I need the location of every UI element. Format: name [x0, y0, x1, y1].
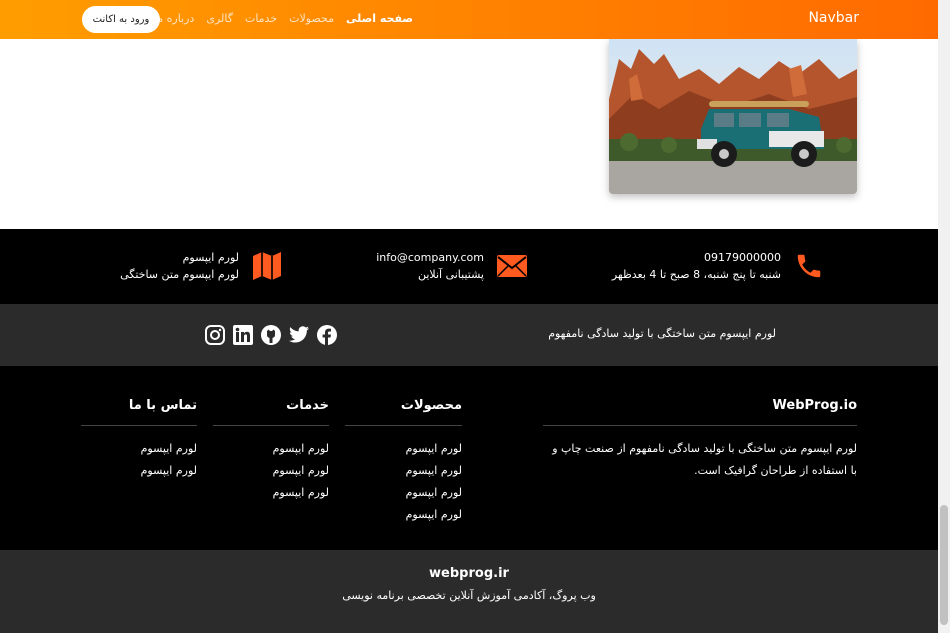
navbar-brand[interactable]: Navbar: [808, 10, 859, 26]
site-name: webprog.ir: [429, 566, 509, 581]
about-title: WebProg.io: [543, 398, 857, 426]
nav-link-gallery[interactable]: گالری: [206, 12, 233, 25]
social-bar: لورم ایپسوم متن ساختگی با تولید سادگی نا…: [0, 304, 938, 366]
nav-links: صفحه اصلی محصولات خدمات گالری درباره ما: [154, 12, 413, 25]
contact-email: info@company.com پشتیبانی آنلاین: [376, 249, 528, 283]
bottom-bar: webprog.ir وب پروگ، آکادمی آموزش آنلاین …: [0, 550, 938, 633]
facebook-icon[interactable]: [317, 325, 337, 345]
services-link[interactable]: لورم ایپسوم: [213, 482, 329, 504]
products-link[interactable]: لورم ایپسوم: [345, 504, 462, 526]
social-text: لورم ایپسوم متن ساختگی با تولید سادگی نا…: [548, 327, 776, 340]
online-support: پشتیبانی آنلاین: [417, 268, 484, 281]
instagram-icon[interactable]: [205, 325, 225, 345]
contact-bar: 09179000000 شنبه تا پنج شنبه، 8 صبح تا 4…: [0, 229, 938, 304]
email-address[interactable]: info@company.com: [376, 249, 484, 266]
map-icon: [251, 251, 283, 281]
navbar: Navbar صفحه اصلی محصولات خدمات گالری درب…: [0, 0, 938, 39]
contact-phone: 09179000000 شنبه تا پنج شنبه، 8 صبح تا 4…: [612, 249, 825, 283]
contact-link[interactable]: لورم ایپسوم: [81, 438, 197, 460]
footer-about: WebProg.io لورم ایپسوم متن ساختگی با تول…: [543, 398, 857, 482]
linkedin-icon[interactable]: [233, 325, 253, 345]
services-link[interactable]: لورم ایپسوم: [213, 438, 329, 460]
address-title: لورم ایپسوم: [182, 251, 239, 264]
github-icon[interactable]: [261, 325, 281, 345]
working-hours: شنبه تا پنج شنبه، 8 صبح تا 4 بعدظهر: [611, 268, 781, 281]
nav-link-services[interactable]: خدمات: [245, 12, 277, 25]
products-link[interactable]: لورم ایپسوم: [345, 460, 462, 482]
address-text: لورم ایپسوم متن ساختگی: [120, 268, 239, 281]
nav-link-home[interactable]: صفحه اصلی: [346, 12, 413, 25]
products-title: محصولات: [345, 398, 462, 426]
phone-icon: [793, 251, 825, 281]
footer: WebProg.io لورم ایپسوم متن ساختگی با تول…: [0, 366, 938, 550]
login-button[interactable]: ورود به اکانت: [82, 6, 160, 33]
services-title: خدمات: [213, 398, 329, 426]
envelope-icon: [496, 251, 528, 281]
social-icons: [205, 325, 337, 345]
page-scrollbar[interactable]: [938, 0, 950, 633]
contact-link[interactable]: لورم ایپسوم: [81, 460, 197, 482]
twitter-icon[interactable]: [289, 325, 309, 345]
products-link[interactable]: لورم ایپسوم: [345, 482, 462, 504]
contact-title: تماس با ما: [81, 398, 197, 426]
jeep-canyon-image: [609, 39, 857, 194]
footer-services: خدمات لورم ایپسوم لورم ایپسوم لورم ایپسو…: [213, 398, 329, 504]
footer-contact: تماس با ما لورم ایپسوم لورم ایپسوم: [81, 398, 197, 482]
phone-number[interactable]: 09179000000: [612, 249, 781, 266]
hero-section: [0, 39, 938, 229]
footer-products: محصولات لورم ایپسوم لورم ایپسوم لورم ایپ…: [345, 398, 462, 526]
about-text: لورم ایپسوم متن ساختگی با تولید سادگی نا…: [552, 442, 857, 477]
nav-link-products[interactable]: محصولات: [289, 12, 334, 25]
site-tagline: وب پروگ، آکادمی آموزش آنلاین تخصصی برنام…: [342, 589, 596, 602]
scrollbar-thumb[interactable]: [940, 505, 948, 625]
contact-address: لورم ایپسوم لورم ایپسوم متن ساختگی: [120, 249, 283, 283]
products-link[interactable]: لورم ایپسوم: [345, 438, 462, 460]
services-link[interactable]: لورم ایپسوم: [213, 460, 329, 482]
